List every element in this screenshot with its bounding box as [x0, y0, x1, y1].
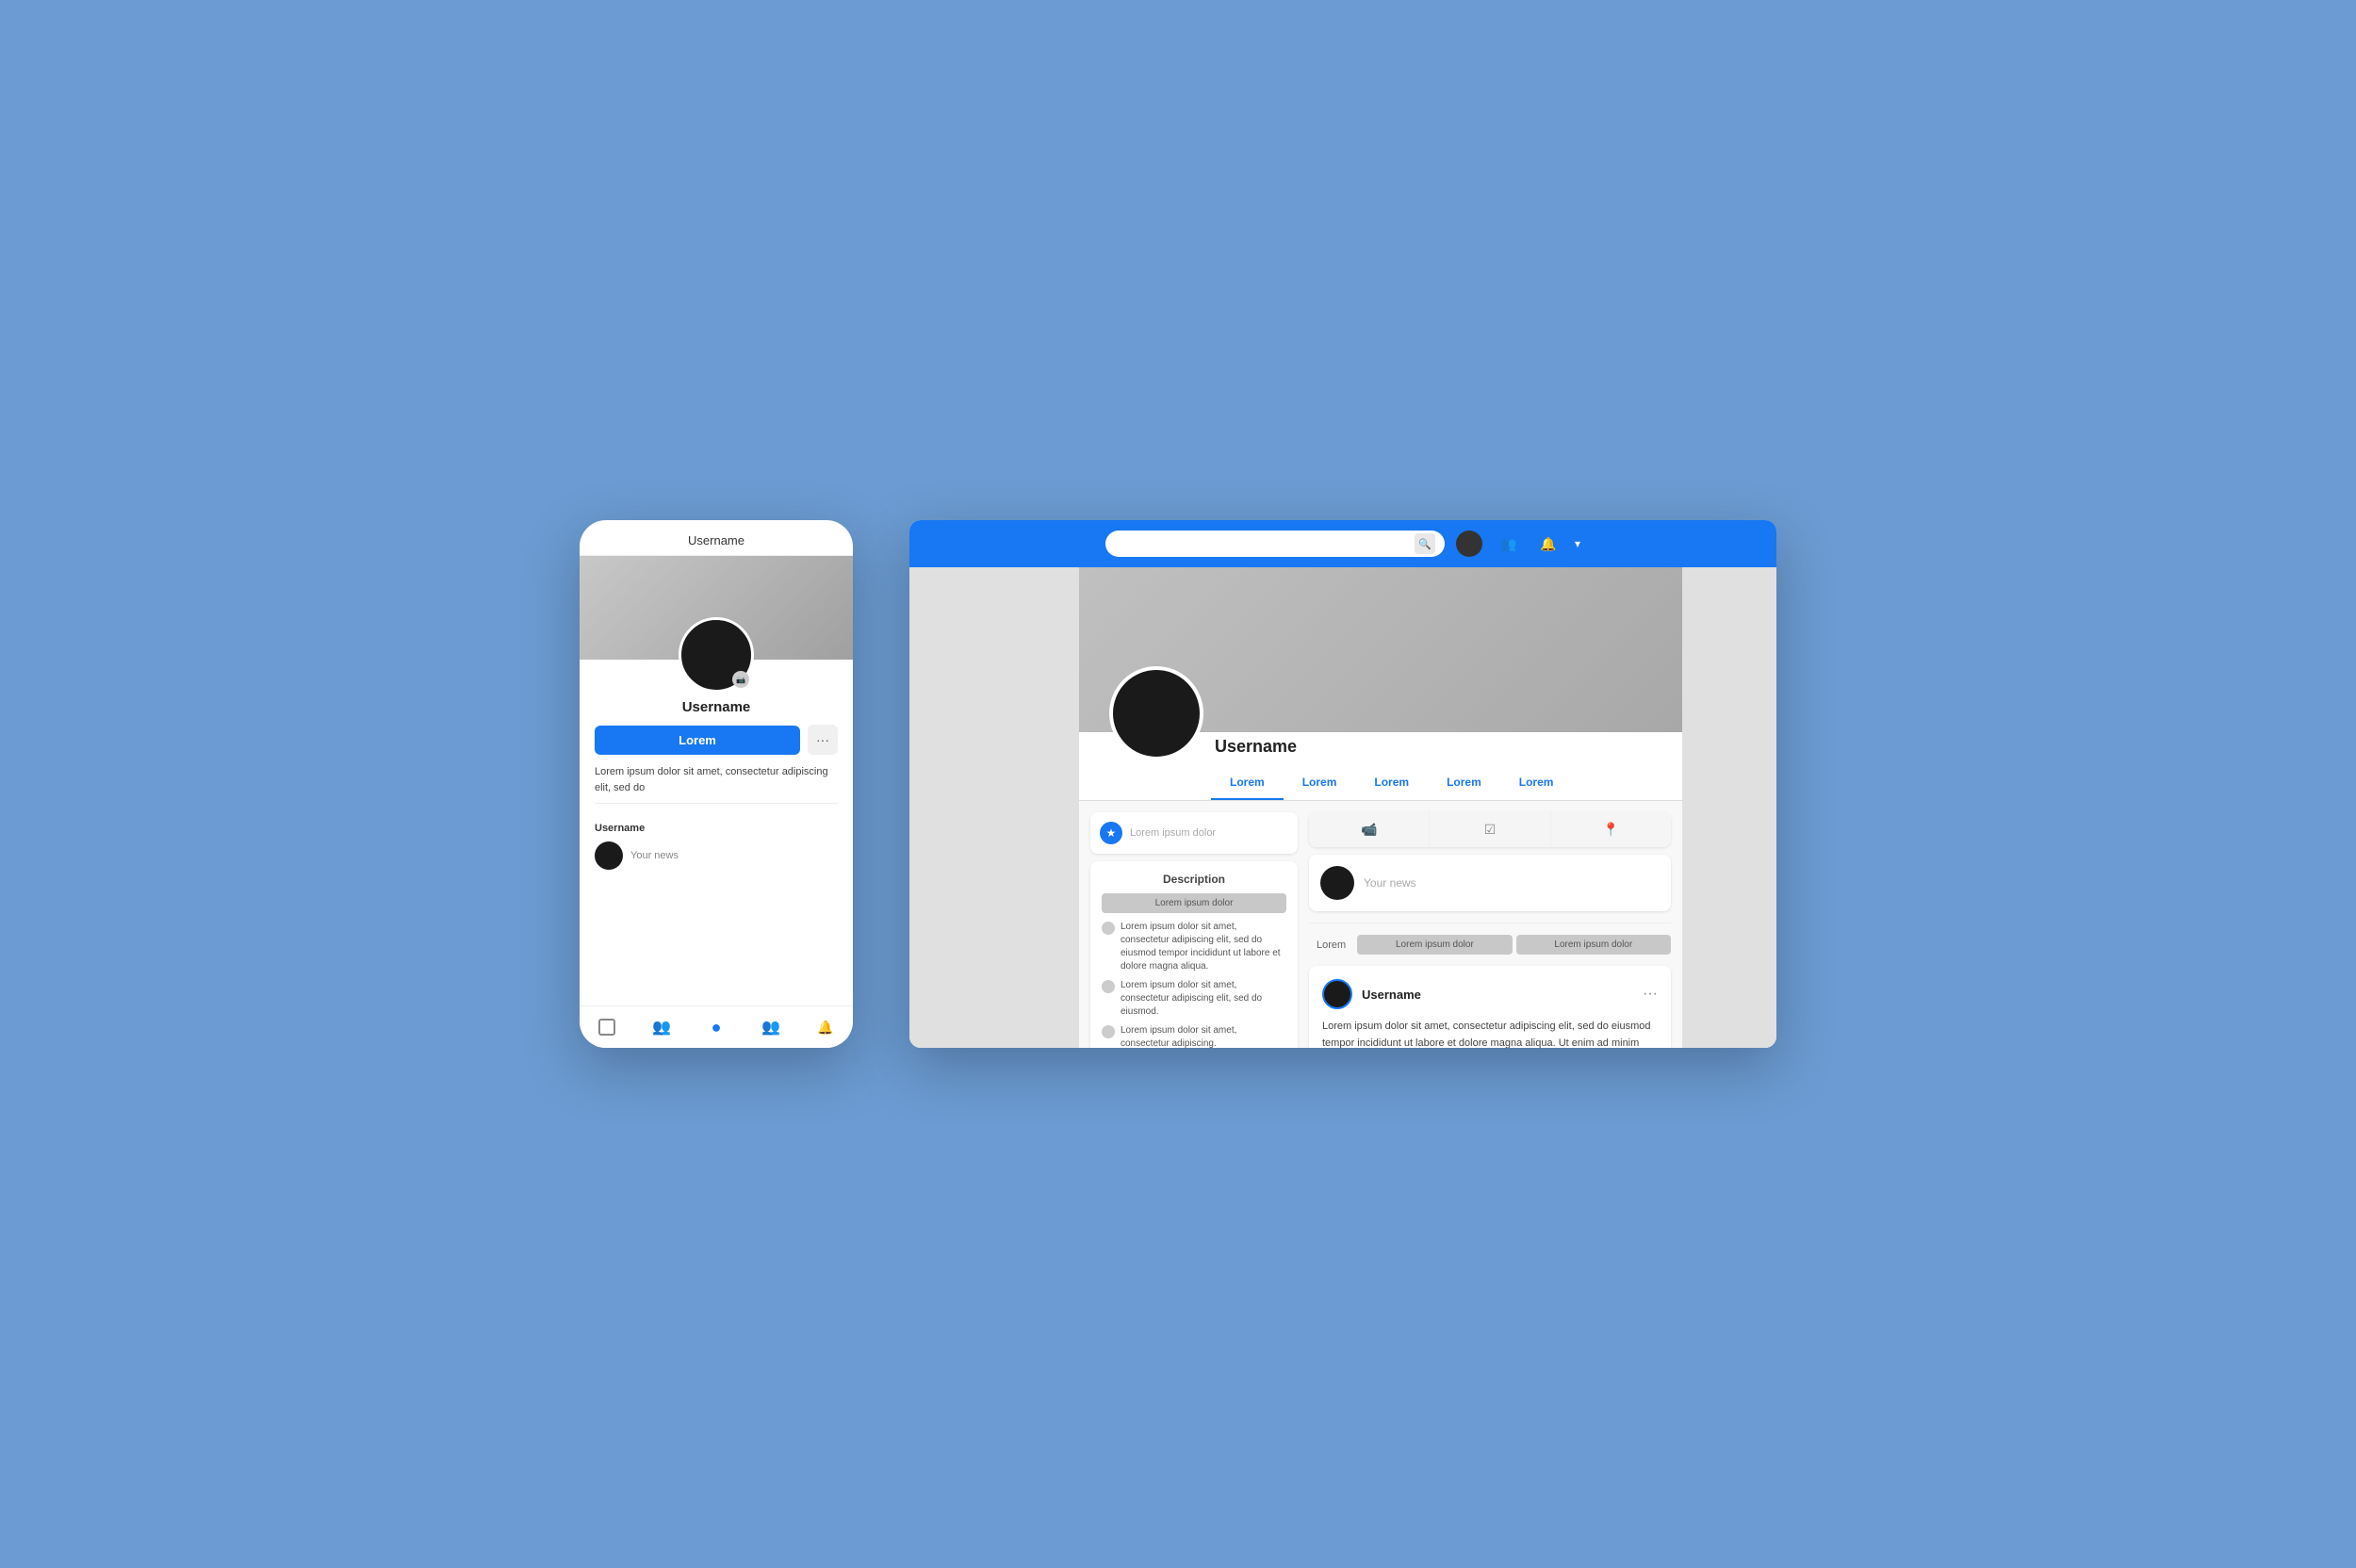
desktop-post-card: Username ··· Lorem ipsum dolor sit amet,… — [1309, 966, 1671, 1048]
desktop-profile-name: Username — [1215, 737, 1297, 757]
browser-nav-icons: 👥 🔔 ▾ — [1456, 531, 1580, 557]
desktop-desc-title: Description — [1102, 873, 1286, 886]
browser-user-avatar[interactable] — [1456, 531, 1482, 557]
desktop-tab-3[interactable]: Lorem — [1428, 766, 1500, 800]
desktop-desc-item-1: Lorem ipsum dolor sit amet, consectetur … — [1102, 979, 1286, 1019]
mobile-action-row: Lorem ··· — [595, 725, 838, 755]
mobile-nav-profile[interactable]: ● — [705, 1016, 728, 1038]
profile-icon: ● — [712, 1018, 722, 1037]
desktop-filter-btn1[interactable]: Lorem ipsum dolor — [1357, 935, 1512, 955]
desktop-media-tabs: 📹 ☑ 📍 — [1309, 812, 1671, 847]
desktop-post-card-text: Lorem ipsum dolor sit amet, consectetur … — [1322, 1019, 1658, 1048]
browser-people-icon[interactable]: 👥 — [1496, 531, 1522, 557]
video-icon: 📹 — [1361, 822, 1377, 838]
browser-toolbar: 🔍 👥 🔔 ▾ — [909, 520, 1776, 567]
desktop-media-tab-location[interactable]: 📍 — [1551, 812, 1671, 847]
groups-icon: 👥 — [761, 1018, 780, 1037]
mobile-news-username-label: Username — [595, 823, 838, 834]
desktop-news-box: Your news — [1309, 855, 1671, 911]
mobile-lorem-button[interactable]: Lorem — [595, 726, 800, 755]
desktop-filter-btn2[interactable]: Lorem ipsum dolor — [1516, 935, 1671, 955]
bullet-icon-2 — [1102, 1025, 1115, 1038]
mobile-avatar: 📷 — [679, 617, 754, 693]
desktop-post-card-header: Username ··· — [1322, 979, 1658, 1009]
desktop-left-sidebar — [909, 567, 1079, 1048]
desktop-tab-0[interactable]: Lorem — [1211, 766, 1284, 800]
desktop-content: Username Lorem Lorem Lorem Lorem Lorem — [909, 567, 1776, 1048]
desktop-tab-1[interactable]: Lorem — [1284, 766, 1356, 800]
browser-search-bar: 🔍 — [1105, 531, 1445, 557]
mobile-news-section: Username — [580, 815, 853, 841]
desktop-profile-avatar — [1109, 666, 1203, 760]
check-icon: ☑ — [1484, 822, 1497, 838]
mobile-news-avatar — [595, 841, 623, 870]
desktop-filter-row: Lorem Lorem ipsum dolor Lorem ipsum dolo… — [1309, 935, 1671, 955]
desktop-tab-2[interactable]: Lorem — [1355, 766, 1428, 800]
mobile-news-input[interactable]: Your news — [630, 850, 838, 861]
desktop-post-card-avatar — [1322, 979, 1352, 1009]
desktop-left-col: ★ Lorem ipsum dolor Description Lorem ip… — [1090, 812, 1298, 1048]
bell-icon: 🔔 — [817, 1020, 833, 1036]
mobile-profile-username: Username — [682, 699, 751, 715]
mobile-more-button[interactable]: ··· — [808, 725, 838, 755]
desktop-main: Username Lorem Lorem Lorem Lorem Lorem — [1079, 567, 1682, 1048]
desktop-media-tab-video[interactable]: 📹 — [1309, 812, 1430, 847]
desktop-filter-label: Lorem — [1309, 936, 1353, 955]
people-icon: 👥 — [652, 1018, 671, 1037]
desktop-cover: Username — [1079, 567, 1682, 732]
bullet-icon-0 — [1102, 922, 1115, 935]
mobile-bottom-nav: 👥 ● 👥 🔔 — [580, 1005, 853, 1048]
mobile-frame: Username 📷 Username Lorem ··· Lorem ipsu… — [580, 520, 853, 1048]
camera-icon[interactable]: 📷 — [732, 671, 749, 688]
desktop-media-tab-check[interactable]: ☑ — [1430, 812, 1550, 847]
desktop-post-box: ★ Lorem ipsum dolor — [1090, 812, 1298, 854]
browser-search-input[interactable] — [1115, 538, 1409, 549]
desktop-right-col: 📹 ☑ 📍 Your news — [1309, 812, 1671, 1048]
desktop-desc-item-0: Lorem ipsum dolor sit amet, consectetur … — [1102, 921, 1286, 973]
desktop-star-icon: ★ — [1100, 822, 1122, 844]
desktop-frame: 🔍 👥 🔔 ▾ Username Lo — [909, 520, 1776, 1048]
search-icon[interactable]: 🔍 — [1415, 533, 1435, 554]
home-icon — [598, 1019, 615, 1036]
mobile-nav-bell[interactable]: 🔔 — [814, 1016, 837, 1038]
desktop-columns: ★ Lorem ipsum dolor Description Lorem ip… — [1079, 801, 1682, 1048]
desktop-news-avatar — [1320, 866, 1354, 900]
desktop-tab-4[interactable]: Lorem — [1500, 766, 1573, 800]
mobile-nav-home[interactable] — [596, 1016, 618, 1038]
mobile-bio: Lorem ipsum dolor sit amet, consectetur … — [595, 764, 838, 804]
desktop-desc-item-2: Lorem ipsum dolor sit amet, consectetur … — [1102, 1024, 1286, 1048]
browser-chevron-icon[interactable]: ▾ — [1575, 537, 1580, 550]
mobile-news-row: Your news — [580, 841, 853, 877]
desktop-desc-label: Lorem ipsum dolor — [1102, 893, 1286, 913]
desktop-description-card: Description Lorem ipsum dolor Lorem ipsu… — [1090, 861, 1298, 1048]
mobile-nav-groups[interactable]: 👥 — [760, 1016, 782, 1038]
location-icon: 📍 — [1603, 822, 1619, 838]
mobile-header-username: Username — [580, 520, 853, 556]
desktop-post-more-button[interactable]: ··· — [1643, 986, 1658, 1003]
desktop-right-sidebar — [1682, 567, 1776, 1048]
mobile-cover: 📷 — [580, 556, 853, 660]
desktop-post-card-username: Username — [1362, 988, 1633, 1002]
browser-bell-icon[interactable]: 🔔 — [1535, 531, 1562, 557]
bullet-icon-1 — [1102, 980, 1115, 993]
desktop-post-placeholder[interactable]: Lorem ipsum dolor — [1130, 827, 1216, 839]
mobile-nav-people[interactable]: 👥 — [650, 1016, 673, 1038]
desktop-news-placeholder[interactable]: Your news — [1364, 876, 1660, 890]
